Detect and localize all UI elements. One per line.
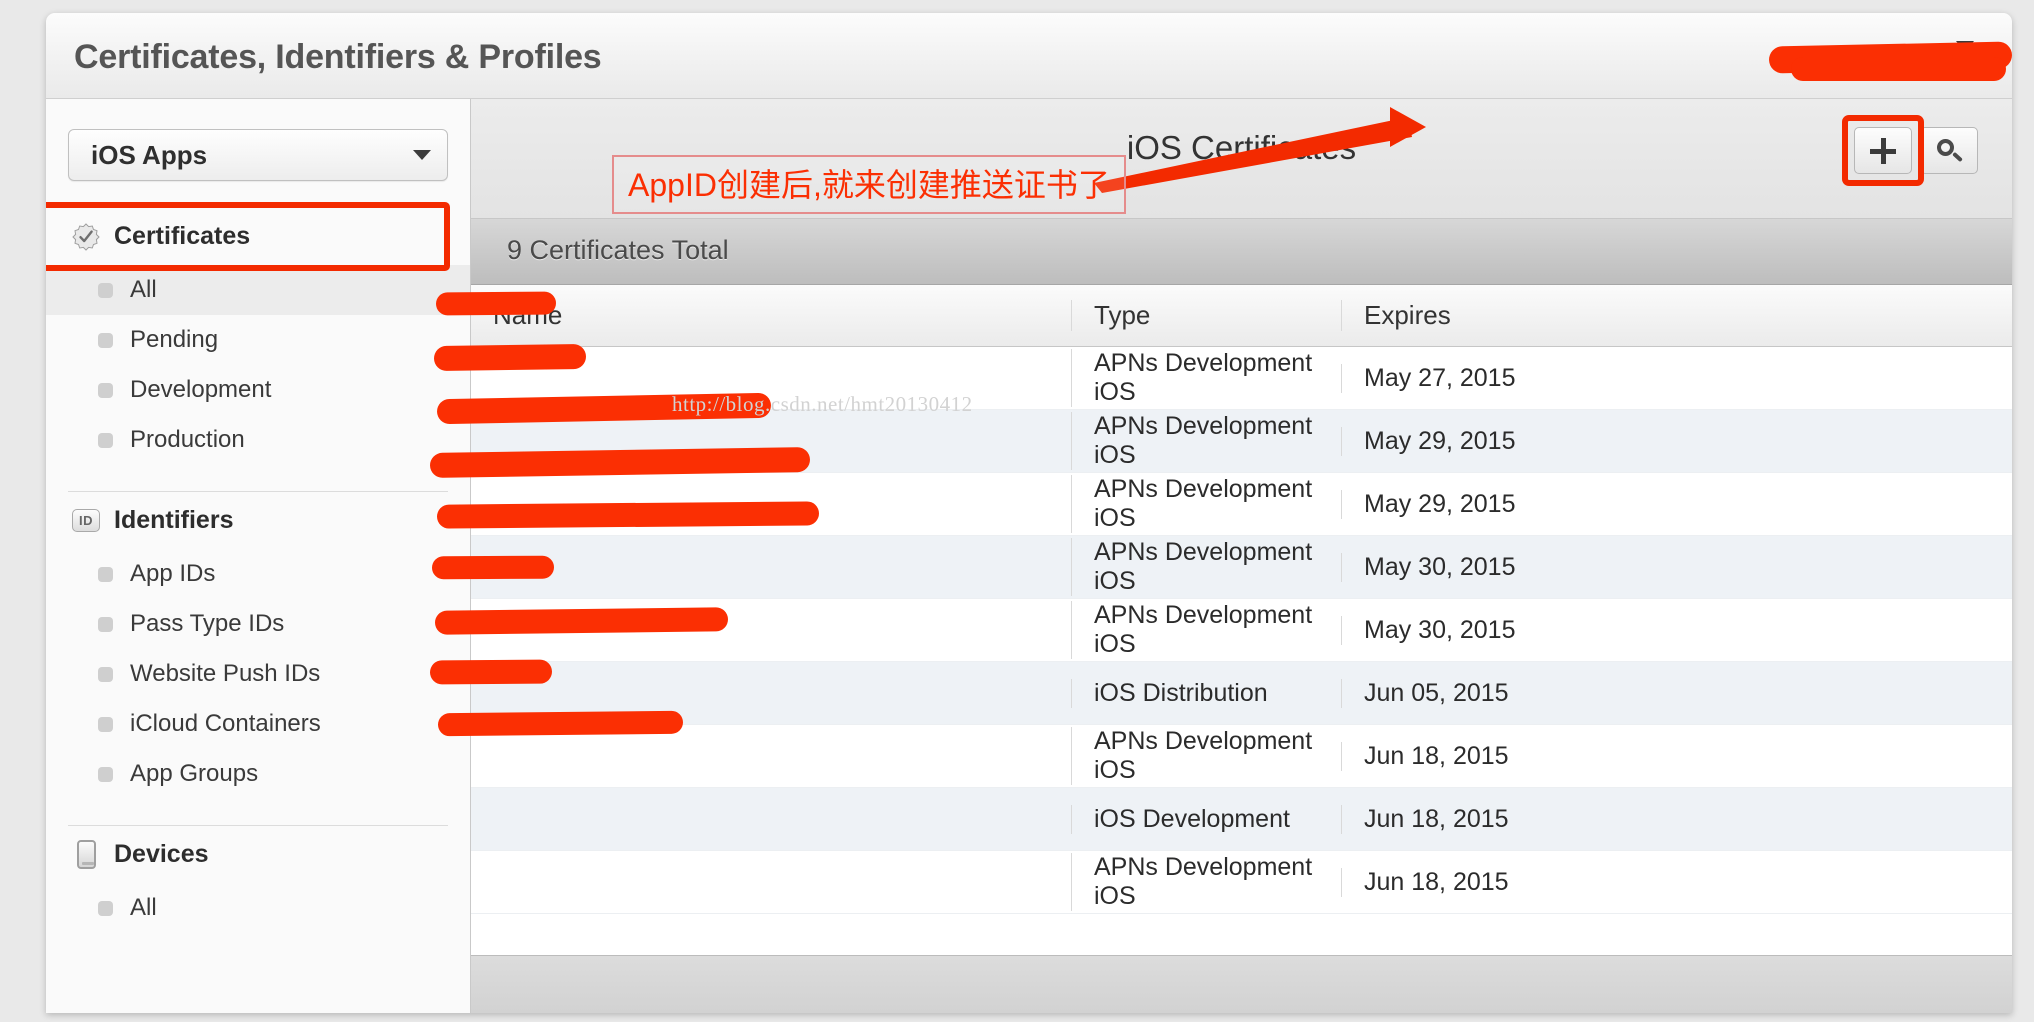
certificate-count-label: 9 Certificates Total — [507, 235, 729, 265]
sidebar-item-label: App IDs — [130, 560, 216, 587]
sidebar-item-identifiers[interactable]: ID Identifiers — [46, 492, 470, 549]
cell-expires: May 30, 2015 — [1341, 615, 2012, 645]
cell-expires: Jun 18, 2015 — [1341, 867, 2012, 897]
bullet-icon — [98, 282, 113, 298]
bullet-icon — [98, 566, 113, 582]
column-header-expires[interactable]: Expires — [1341, 300, 2012, 331]
cell-type: APNs Development iOS — [1071, 475, 1341, 533]
sidebar-item-certificates-pending[interactable]: Pending — [46, 315, 470, 365]
sidebar-item-label: Pending — [130, 326, 219, 353]
sidebar-item-devices[interactable]: Devices — [46, 826, 470, 883]
sidebar-item-label: All — [130, 894, 157, 921]
sidebar-item-app-groups[interactable]: App Groups — [46, 749, 470, 799]
window-titlebar: Certificates, Identifiers & Profiles — [46, 13, 2012, 99]
cell-expires: Jun 18, 2015 — [1341, 804, 2012, 834]
chevron-down-icon — [1956, 41, 1974, 52]
table-row[interactable]: iOS Distribution Jun 05, 2015 — [471, 662, 2012, 725]
certificates-table-body: APNs Development iOS May 27, 2015 APNs D… — [471, 347, 2012, 914]
certificate-count-bar: 9 Certificates Total — [471, 219, 2012, 285]
search-icon — [1937, 138, 1963, 163]
sidebar-item-label: iCloud Containers — [130, 710, 321, 737]
sidebar-item-label: App Groups — [130, 760, 259, 787]
sidebar-group-label: Identifiers — [114, 506, 234, 534]
sidebar-item-label: Production — [130, 426, 245, 453]
sidebar-item-certificates-all[interactable]: All — [46, 265, 470, 315]
cell-expires: Jun 18, 2015 — [1341, 741, 2012, 771]
bullet-icon — [98, 382, 113, 398]
table-row[interactable]: APNs Development iOS May 30, 2015 — [471, 599, 2012, 662]
certificate-seal-icon — [72, 222, 100, 251]
panel-footer — [471, 955, 2012, 1013]
table-header-row: Name Type Expires — [471, 285, 2012, 347]
sidebar-group-certificates: Certificates — [46, 202, 470, 271]
annotation-callout: AppID创建后,就来创建推送证书了 — [612, 155, 1126, 214]
sidebar-item-icloud-containers[interactable]: iCloud Containers — [46, 699, 470, 749]
column-header-name[interactable]: Name — [471, 300, 1071, 331]
sidebar-item-app-ids[interactable]: App IDs — [46, 549, 470, 599]
cell-type: iOS Distribution — [1071, 678, 1341, 708]
column-header-type[interactable]: Type — [1071, 300, 1341, 331]
sidebar-item-pass-type-ids[interactable]: Pass Type IDs — [46, 599, 470, 649]
cell-expires: Jun 05, 2015 — [1341, 678, 2012, 708]
id-badge-icon: ID — [72, 507, 100, 535]
bullet-icon — [98, 766, 113, 782]
bullet-icon — [98, 716, 113, 732]
cell-type: iOS Development — [1071, 804, 1341, 834]
add-certificate-button[interactable] — [1842, 115, 1924, 186]
table-row[interactable]: iOS Development Jun 18, 2015 — [471, 788, 2012, 851]
sidebar-item-label: All — [130, 276, 157, 303]
table-row[interactable]: APNs Development iOS May 27, 2015 — [471, 347, 2012, 410]
device-phone-icon — [72, 840, 100, 869]
window-body: iOS Apps Certificates All Pending Develo… — [46, 99, 2012, 1013]
table-row[interactable]: APNs Development iOS May 29, 2015 — [471, 410, 2012, 473]
bullet-icon — [98, 900, 113, 916]
account-menu[interactable] — [1794, 41, 1974, 52]
sidebar-item-certificates-production[interactable]: Production — [46, 415, 470, 465]
bullet-icon — [98, 332, 113, 348]
sidebar-item-website-push-ids[interactable]: Website Push IDs — [46, 649, 470, 699]
cell-type: APNs Development iOS — [1071, 853, 1341, 911]
page-title: Certificates, Identifiers & Profiles — [74, 38, 602, 76]
plus-icon — [1870, 137, 1896, 164]
app-type-dropdown-label: iOS Apps — [91, 139, 208, 170]
bullet-icon — [98, 616, 113, 632]
table-row[interactable]: APNs Development iOS Jun 18, 2015 — [471, 725, 2012, 788]
bullet-icon — [98, 432, 113, 448]
search-button[interactable] — [1920, 127, 1978, 174]
caret-down-icon — [413, 150, 431, 160]
app-type-dropdown[interactable]: iOS Apps — [68, 129, 448, 181]
table-row[interactable]: APNs Development iOS May 29, 2015 — [471, 473, 2012, 536]
sidebar: iOS Apps Certificates All Pending Develo… — [46, 99, 471, 1013]
main-panel: iOS Certificates 9 Certificates Total Na… — [471, 99, 2012, 1013]
table-row[interactable]: APNs Development iOS Jun 18, 2015 — [471, 851, 2012, 914]
cell-expires: May 29, 2015 — [1341, 426, 2012, 456]
sidebar-item-certificates[interactable]: Certificates — [46, 208, 470, 265]
header-actions — [1842, 115, 1978, 186]
cell-type: APNs Development iOS — [1071, 727, 1341, 785]
sidebar-group-label: Certificates — [114, 222, 251, 250]
bullet-icon — [98, 666, 113, 682]
cell-expires: May 30, 2015 — [1341, 552, 2012, 582]
cell-type: APNs Development iOS — [1071, 601, 1341, 659]
redaction-mark — [1791, 57, 2006, 81]
cell-type: APNs Development iOS — [1071, 349, 1341, 407]
cell-type: APNs Development iOS — [1071, 538, 1341, 596]
cell-expires: May 29, 2015 — [1341, 489, 2012, 519]
table-row[interactable]: APNs Development iOS May 30, 2015 — [471, 536, 2012, 599]
sidebar-group-label: Devices — [114, 840, 209, 868]
cell-expires: May 27, 2015 — [1341, 363, 2012, 393]
sidebar-item-devices-all[interactable]: All — [46, 883, 470, 933]
arrow-pointing-right-icon — [1094, 107, 1426, 193]
sidebar-item-label: Pass Type IDs — [130, 610, 285, 637]
sidebar-item-label: Website Push IDs — [130, 660, 321, 687]
screenshot-root: Certificates, Identifiers & Profiles iOS… — [0, 0, 2034, 1022]
sidebar-item-certificates-development[interactable]: Development — [46, 365, 470, 415]
cell-type: APNs Development iOS — [1071, 412, 1341, 470]
sidebar-item-label: Development — [130, 376, 272, 403]
